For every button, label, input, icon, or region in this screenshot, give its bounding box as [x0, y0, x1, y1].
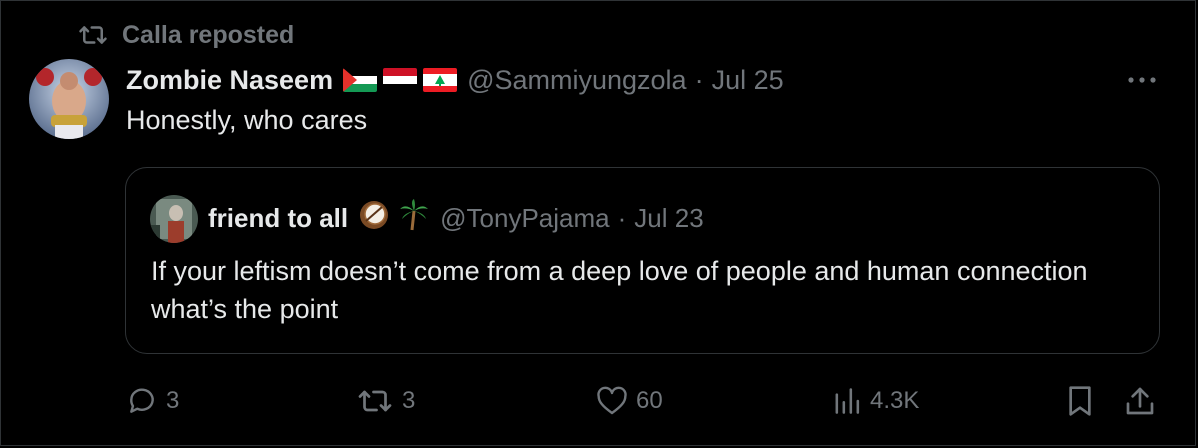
bookmark-button[interactable] — [1066, 383, 1094, 419]
reply-button[interactable]: 3 — [126, 383, 179, 419]
tweet-date[interactable]: Jul 25 — [712, 65, 784, 96]
tweet-header: Zombie Naseem @Sammiyungzola · Jul 25 — [126, 61, 784, 99]
share-icon — [1125, 385, 1155, 417]
repost-indicator: Calla reposted — [78, 20, 294, 50]
views-icon — [832, 387, 862, 415]
reply-count: 3 — [166, 387, 180, 414]
author-avatar[interactable] — [29, 59, 109, 139]
share-button[interactable] — [1125, 383, 1155, 419]
like-count: 60 — [636, 387, 663, 414]
yemen-flag-icon — [383, 68, 418, 92]
quoted-separator: · — [617, 202, 627, 233]
coconut-emoji-icon — [358, 199, 390, 238]
palestine-flag-icon — [343, 68, 378, 92]
more-options-button[interactable] — [1122, 66, 1162, 94]
repost-count: 3 — [402, 387, 416, 414]
repost-icon — [78, 22, 108, 48]
repost-label: Calla reposted — [122, 20, 295, 49]
quoted-author-emojis — [358, 198, 430, 238]
author-handle[interactable]: @Sammiyungzola — [467, 65, 687, 96]
like-button[interactable]: 60 — [596, 383, 663, 419]
quoted-author-name[interactable]: friend to all — [208, 203, 348, 234]
separator: · — [694, 64, 704, 95]
quoted-author-avatar[interactable] — [150, 195, 198, 243]
quoted-tweet-date[interactable]: Jul 23 — [634, 203, 703, 234]
heart-icon — [596, 386, 628, 416]
bookmark-icon — [1066, 385, 1094, 417]
views-button[interactable]: 4.3K — [832, 383, 919, 419]
repost-action-icon — [356, 386, 394, 416]
views-count: 4.3K — [870, 387, 920, 414]
reply-icon — [126, 385, 158, 417]
quoted-author-handle[interactable]: @TonyPajama — [440, 203, 609, 234]
more-icon — [1127, 71, 1157, 89]
quoted-tweet-header: friend to all @TonyPajama · Jul 23 — [208, 198, 704, 238]
palm-tree-emoji-icon — [398, 198, 430, 238]
repost-button[interactable]: 3 — [356, 383, 415, 419]
author-name[interactable]: Zombie Naseem — [126, 65, 333, 96]
lebanon-flag-icon — [423, 68, 458, 92]
tweet-text: Honestly, who cares — [126, 105, 368, 135]
action-bar: 3 3 60 4.3K — [0, 383, 1198, 419]
author-flags — [343, 68, 458, 92]
quoted-tweet-text: If your leftism doesn’t come from a deep… — [151, 256, 1088, 324]
